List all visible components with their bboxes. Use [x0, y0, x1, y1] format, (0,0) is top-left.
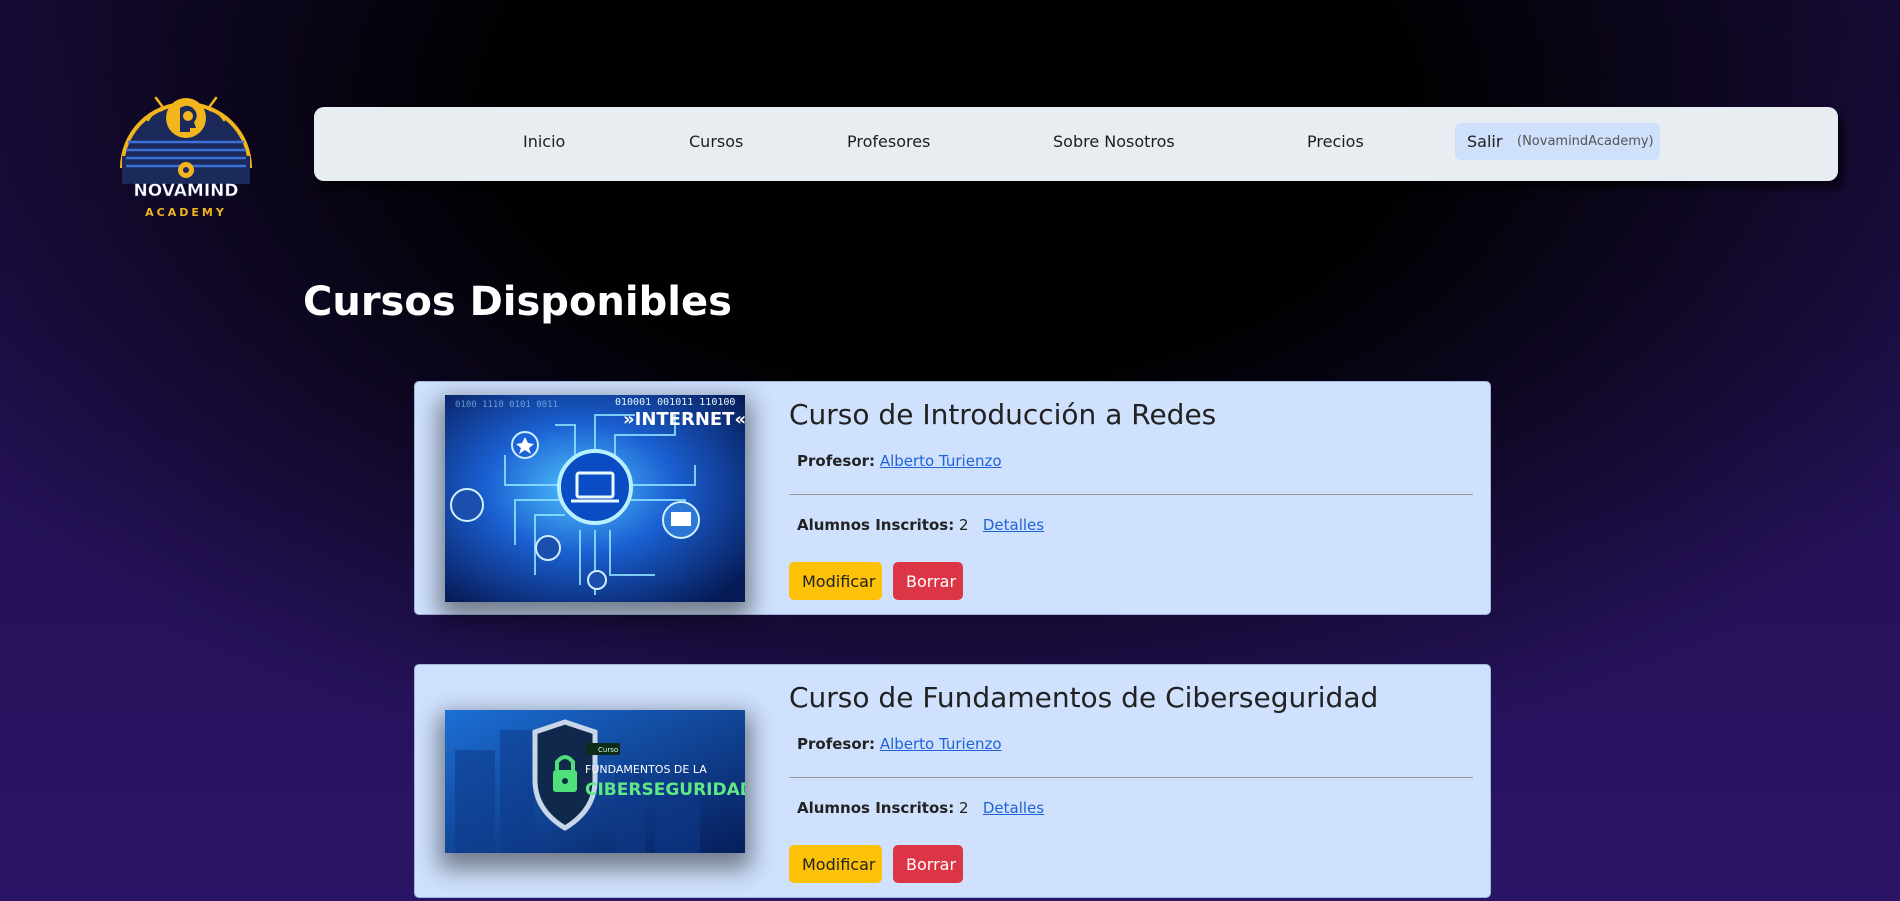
students-label: Alumnos Inscritos:: [797, 799, 955, 817]
students-count: 2: [959, 516, 969, 534]
course-image: Curso FUNDAMENTOS DE LA CIBERSEGURIDAD: [445, 710, 745, 853]
brain-head-icon: NOVAMIND ACADEMY: [120, 96, 252, 219]
modify-button[interactable]: Modificar: [789, 845, 882, 883]
svg-text:010001 001011 110100: 010001 001011 110100: [615, 397, 735, 408]
delete-button[interactable]: Borrar: [893, 562, 963, 600]
course-image: 0100 1110 0101 0011 010001 001011 110100…: [445, 395, 745, 602]
course-teacher: Profesor: Alberto Turienzo: [797, 452, 1002, 470]
svg-text:0100 1110 0101 0011: 0100 1110 0101 0011: [455, 400, 558, 410]
course-card: 0100 1110 0101 0011 010001 001011 110100…: [414, 381, 1491, 615]
teacher-link[interactable]: Alberto Turienzo: [880, 735, 1002, 753]
logout-label: Salir: [1467, 132, 1503, 151]
details-link[interactable]: Detalles: [983, 516, 1044, 534]
teacher-label: Profesor:: [797, 735, 876, 753]
teacher-link[interactable]: Alberto Turienzo: [880, 452, 1002, 470]
laptop-network-icon: 0100 1110 0101 0011 010001 001011 110100…: [445, 395, 745, 602]
academy-logo[interactable]: NOVAMIND ACADEMY: [118, 78, 254, 224]
divider: [789, 494, 1473, 495]
teacher-label: Profesor:: [797, 452, 876, 470]
svg-text:CIBERSEGURIDAD: CIBERSEGURIDAD: [585, 780, 745, 800]
nav-cursos[interactable]: Cursos: [689, 132, 743, 151]
course-students: Alumnos Inscritos: 2 Detalles: [797, 799, 1044, 817]
students-count: 2: [959, 799, 969, 817]
logout-button[interactable]: Salir (NovamindAcademy): [1455, 123, 1660, 160]
page-title: Cursos Disponibles: [303, 279, 732, 325]
nav-inicio[interactable]: Inicio: [523, 132, 565, 151]
divider: [789, 777, 1473, 778]
modify-button[interactable]: Modificar: [789, 562, 882, 600]
shield-lock-icon: Curso FUNDAMENTOS DE LA CIBERSEGURIDAD: [445, 710, 745, 853]
students-label: Alumnos Inscritos:: [797, 516, 955, 534]
course-title: Curso de Introducción a Redes: [789, 398, 1217, 431]
username-label: (NovamindAcademy): [1517, 134, 1654, 149]
course-title: Curso de Fundamentos de Ciberseguridad: [789, 681, 1379, 714]
nav-precios[interactable]: Precios: [1307, 132, 1364, 151]
course-teacher: Profesor: Alberto Turienzo: [797, 735, 1002, 753]
nav-sobre-nosotros[interactable]: Sobre Nosotros: [1053, 132, 1175, 151]
svg-text:NOVAMIND: NOVAMIND: [134, 181, 239, 201]
svg-text:ACADEMY: ACADEMY: [145, 206, 227, 219]
details-link[interactable]: Detalles: [983, 799, 1044, 817]
svg-text:»INTERNET«: »INTERNET«: [623, 409, 745, 430]
course-card: Curso FUNDAMENTOS DE LA CIBERSEGURIDAD C…: [414, 664, 1491, 898]
nav-profesores[interactable]: Profesores: [847, 132, 930, 151]
delete-button[interactable]: Borrar: [893, 845, 963, 883]
svg-text:Curso: Curso: [598, 746, 618, 754]
course-students: Alumnos Inscritos: 2 Detalles: [797, 516, 1044, 534]
svg-text:FUNDAMENTOS DE LA: FUNDAMENTOS DE LA: [585, 763, 707, 776]
